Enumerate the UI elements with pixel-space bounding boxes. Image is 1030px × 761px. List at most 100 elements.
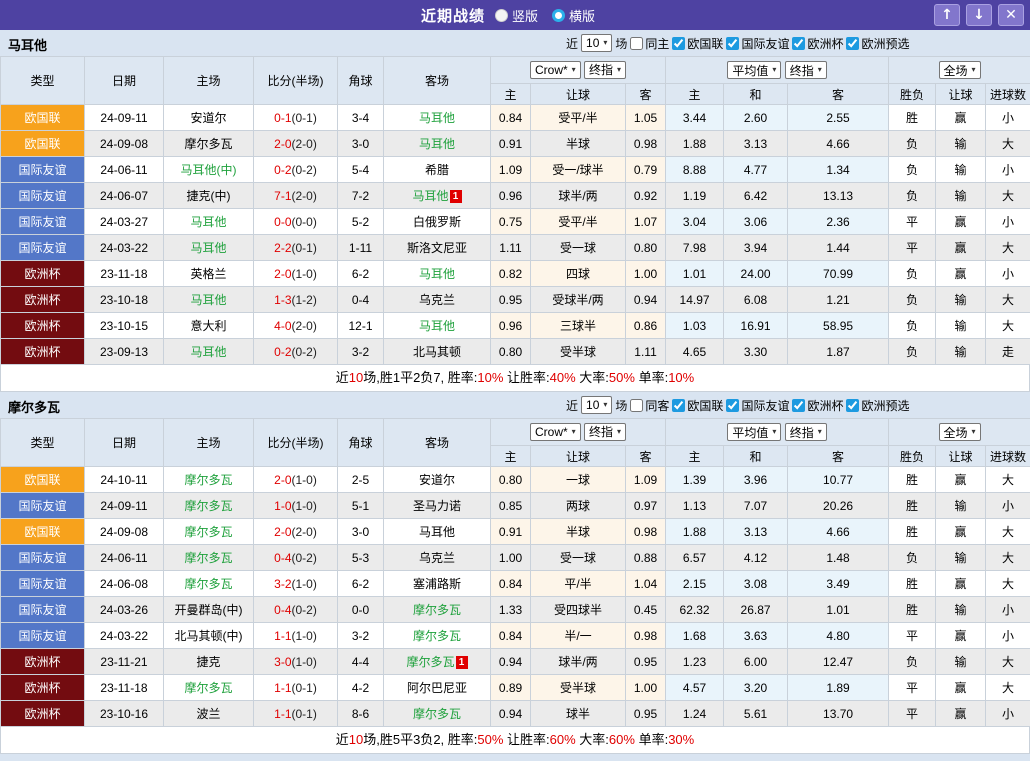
layout-radio-horizontal[interactable] (552, 9, 565, 22)
avg-away-odds-cell: 1.21 (788, 287, 889, 313)
result-cell: 平 (889, 675, 936, 701)
league-label: 欧洲预选 (861, 35, 909, 52)
same-venue-checkbox[interactable] (630, 399, 643, 412)
halftime-score: (2-0) (292, 189, 317, 203)
handicap-result-cell: 输 (936, 649, 986, 675)
home-team-cell: 安道尔 (164, 105, 254, 131)
crow-handicap-cell: 球半 (531, 701, 626, 727)
score-cell: 0-4(0-2) (254, 545, 338, 571)
col-crow-home-header: 主 (491, 446, 531, 467)
away-team-name: 安道尔 (419, 473, 455, 487)
goals-result-cell: 大 (986, 183, 1030, 209)
league-checkbox[interactable] (726, 37, 739, 50)
match-count-value: 10 (586, 398, 599, 412)
away-team-name: 马耳他 (419, 525, 455, 539)
result-cell: 平 (889, 209, 936, 235)
corners-cell: 3-4 (338, 105, 384, 131)
league-filter[interactable]: 欧洲杯 (792, 35, 843, 52)
league-filter[interactable]: 欧国联 (672, 397, 723, 414)
average-select[interactable]: 平均值▾ (727, 61, 781, 79)
avg-draw-odds-cell: 4.77 (724, 157, 788, 183)
layout-option-vertical[interactable]: 竖版 (495, 6, 538, 25)
crow-home-odds-cell: 0.94 (491, 649, 531, 675)
avg-home-odds-cell: 1.88 (666, 131, 724, 157)
layout-horizontal-label: 横版 (569, 6, 595, 25)
avg-home-odds-cell: 4.57 (666, 675, 724, 701)
average-select[interactable]: 平均值▾ (727, 423, 781, 441)
layout-option-horizontal[interactable]: 横版 (552, 6, 595, 25)
crow-away-odds-cell: 1.04 (626, 571, 666, 597)
league-filter[interactable]: 国际友谊 (726, 35, 789, 52)
home-team-name: 摩尔多瓦 (184, 577, 232, 591)
goals-result-cell: 小 (986, 209, 1030, 235)
odds-stage-select-2[interactable]: 终指▾ (785, 423, 827, 441)
result-cell: 胜 (889, 493, 936, 519)
handicap-result-cell: 赢 (936, 467, 986, 493)
corners-cell: 0-0 (338, 597, 384, 623)
league-checkbox[interactable] (792, 399, 805, 412)
scroll-down-button[interactable]: ↓ (966, 4, 992, 26)
same-venue-filter[interactable]: 同客 (630, 397, 669, 414)
close-button[interactable]: ✕ (998, 4, 1024, 26)
result-group-header: 全场▾ (889, 57, 1030, 84)
halftime-score: (0-1) (292, 241, 317, 255)
fulltime-score: 0-2 (274, 163, 291, 177)
away-team-cell: 安道尔 (384, 467, 491, 493)
away-team-cell: 马耳他 (384, 105, 491, 131)
score-cell: 7-1(2-0) (254, 183, 338, 209)
match-row: 国际友谊24-06-08摩尔多瓦3-2(1-0)6-2塞浦路斯0.84平/半1.… (1, 571, 1030, 597)
league-checkbox[interactable] (672, 399, 685, 412)
avg-draw-odds-cell: 2.60 (724, 105, 788, 131)
match-count-select[interactable]: 10▾ (581, 396, 612, 414)
match-count-select[interactable]: 10▾ (581, 34, 612, 52)
goals-result-cell: 大 (986, 545, 1030, 571)
result-cell: 负 (889, 157, 936, 183)
same-venue-checkbox[interactable] (630, 37, 643, 50)
competition-type-cell: 欧国联 (1, 131, 85, 157)
avg-home-odds-cell: 1.24 (666, 701, 724, 727)
league-checkbox[interactable] (672, 37, 685, 50)
bookmaker-select[interactable]: Crow*▾ (530, 423, 581, 441)
chevron-down-icon: ▾ (572, 66, 576, 74)
full-match-select[interactable]: 全场▾ (939, 61, 981, 79)
scroll-up-button[interactable]: ↑ (934, 4, 960, 26)
result-cell: 负 (889, 545, 936, 571)
league-checkbox[interactable] (726, 399, 739, 412)
avg-away-odds-cell: 13.70 (788, 701, 889, 727)
col-avg-draw-header: 和 (724, 84, 788, 105)
home-team-name: 捷克 (196, 655, 220, 669)
handicap-result-cell: 赢 (936, 623, 986, 649)
score-cell: 2-2(0-1) (254, 235, 338, 261)
corners-cell: 4-4 (338, 649, 384, 675)
result-cell: 负 (889, 183, 936, 209)
league-filter[interactable]: 欧国联 (672, 35, 723, 52)
avg-away-odds-cell: 70.99 (788, 261, 889, 287)
league-filter[interactable]: 欧洲预选 (846, 35, 909, 52)
layout-radio-vertical[interactable] (495, 9, 508, 22)
date-cell: 23-09-13 (85, 339, 164, 365)
score-cell: 2-0(1-0) (254, 467, 338, 493)
avg-draw-odds-cell: 6.42 (724, 183, 788, 209)
league-filter[interactable]: 国际友谊 (726, 397, 789, 414)
league-checkbox[interactable] (846, 399, 859, 412)
odds-stage-select-2[interactable]: 终指▾ (785, 61, 827, 79)
league-checkbox[interactable] (792, 37, 805, 50)
same-venue-filter[interactable]: 同主 (630, 35, 669, 52)
away-team-cell: 摩尔多瓦 (384, 597, 491, 623)
league-checkbox[interactable] (846, 37, 859, 50)
odds-stage-select[interactable]: 终指▾ (584, 61, 626, 79)
match-row: 国际友谊24-03-27马耳他0-0(0-0)5-2白俄罗斯0.75受平/半1.… (1, 209, 1030, 235)
crow-home-odds-cell: 1.00 (491, 545, 531, 571)
crow-away-odds-cell: 0.97 (626, 493, 666, 519)
full-match-select[interactable]: 全场▾ (939, 423, 981, 441)
away-team-cell: 摩尔多瓦 (384, 701, 491, 727)
odds-stage-select[interactable]: 终指▾ (584, 423, 626, 441)
goals-result-cell: 小 (986, 261, 1030, 287)
bookmaker-select[interactable]: Crow*▾ (530, 61, 581, 79)
fulltime-score: 1-0 (274, 499, 291, 513)
avg-home-odds-cell: 3.44 (666, 105, 724, 131)
home-team-name: 摩尔多瓦 (184, 681, 232, 695)
competition-type-cell: 欧国联 (1, 519, 85, 545)
league-filter[interactable]: 欧洲杯 (792, 397, 843, 414)
league-filter[interactable]: 欧洲预选 (846, 397, 909, 414)
